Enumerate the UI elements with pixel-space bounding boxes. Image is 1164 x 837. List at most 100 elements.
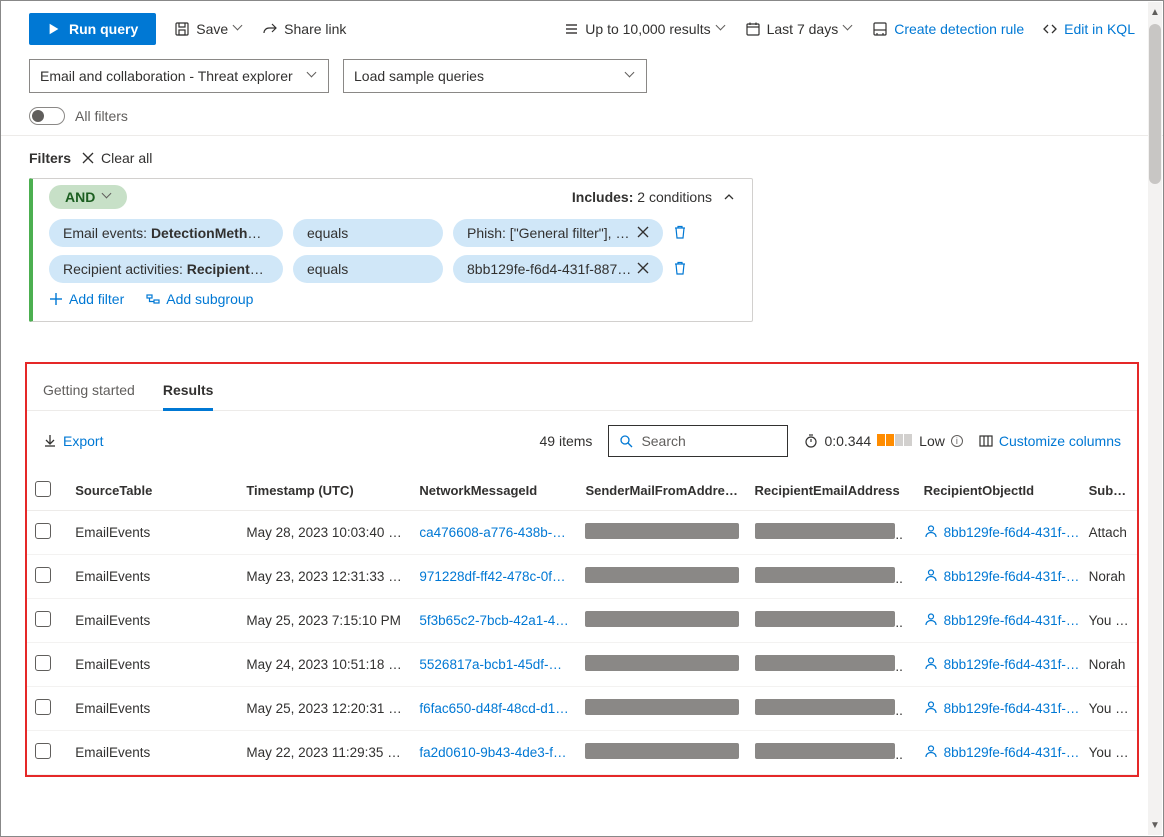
condition-field-pill[interactable]: Recipient activities: RecipientObj… (49, 255, 283, 283)
column-header[interactable]: NetworkMessageId (411, 471, 577, 511)
time-range-dropdown[interactable]: Last 7 days (745, 21, 855, 37)
scroll-up-icon[interactable]: ▲ (1148, 2, 1162, 22)
column-header[interactable]: RecipientObjectId (916, 471, 1081, 511)
redacted-value (755, 655, 896, 671)
cell-sender (577, 599, 746, 643)
share-icon (262, 21, 278, 37)
list-icon (563, 21, 579, 37)
add-filter-button[interactable]: Add filter (49, 291, 124, 307)
redacted-value (585, 655, 738, 671)
scroll-thumb[interactable] (1149, 24, 1161, 184)
condition-operator-pill[interactable]: equals (293, 255, 443, 283)
table-row[interactable]: EmailEventsMay 25, 2023 12:20:31 PMf6fac… (27, 687, 1137, 731)
item-count: 49 items (540, 433, 593, 449)
person-icon (924, 656, 938, 673)
condition-value-pill[interactable]: 8bb129fe-f6d4-431f-8872… (453, 255, 663, 283)
subgroup-icon (146, 292, 160, 306)
cell-recipient-object-id[interactable]: 8bb129fe-f6d4-431f-… (916, 643, 1081, 687)
cell-timestamp: May 22, 2023 11:29:35 PM (238, 731, 411, 775)
cell-network-message-id[interactable]: f6fac650-d48f-48cd-d1f… (411, 687, 577, 731)
share-link-button[interactable]: Share link (262, 21, 346, 37)
column-header[interactable]: RecipientEmailAddress (747, 471, 916, 511)
customize-columns-button[interactable]: Customize columns (979, 433, 1121, 449)
sample-queries-value: Load sample queries (354, 68, 484, 84)
results-search-input[interactable]: Search (608, 425, 788, 457)
query-perf: 0:0.344 Low i (804, 433, 962, 449)
cell-recipient-object-id[interactable]: 8bb129fe-f6d4-431f-… (916, 555, 1081, 599)
close-icon[interactable] (637, 261, 649, 277)
create-detection-button[interactable]: Create detection rule (872, 21, 1024, 37)
clear-all-button[interactable]: Clear all (81, 150, 152, 166)
sample-queries-select[interactable]: Load sample queries (343, 59, 647, 93)
table-row[interactable]: EmailEventsMay 23, 2023 12:31:33 PM97122… (27, 555, 1137, 599)
add-subgroup-button[interactable]: Add subgroup (146, 291, 253, 307)
redacted-value (585, 743, 738, 759)
cell-source: EmailEvents (67, 731, 238, 775)
cell-recipient-object-id[interactable]: 8bb129fe-f6d4-431f-… (916, 687, 1081, 731)
cell-timestamp: May 25, 2023 7:15:10 PM (238, 599, 411, 643)
table-row[interactable]: EmailEventsMay 25, 2023 7:15:10 PM5f3b65… (27, 599, 1137, 643)
cell-network-message-id[interactable]: 5f3b65c2-7bcb-42a1-4d… (411, 599, 577, 643)
table-row[interactable]: EmailEventsMay 28, 2023 10:03:40 PMca476… (27, 511, 1137, 555)
info-icon[interactable]: i (951, 435, 963, 447)
condition-field-pill[interactable]: Email events: DetectionMethods (49, 219, 283, 247)
row-checkbox[interactable] (27, 687, 67, 731)
cell-source: EmailEvents (67, 555, 238, 599)
condition-value-pill[interactable]: Phish: ["General filter"], Sp… (453, 219, 663, 247)
cell-network-message-id[interactable]: 971228df-ff42-478c-0f5… (411, 555, 577, 599)
cell-subject: Attach (1081, 511, 1137, 555)
schema-scope-select[interactable]: Email and collaboration - Threat explore… (29, 59, 329, 93)
column-header[interactable]: SenderMailFromAddress (577, 471, 746, 511)
cell-network-message-id[interactable]: 5526817a-bcb1-45df-76… (411, 643, 577, 687)
export-label: Export (63, 433, 103, 449)
close-icon[interactable] (637, 225, 649, 241)
delete-condition-button[interactable] (673, 225, 687, 242)
cell-network-message-id[interactable]: fa2d0610-9b43-4de3-f7… (411, 731, 577, 775)
cell-recipient-object-id[interactable]: 8bb129fe-f6d4-431f-… (916, 599, 1081, 643)
cell-recipient-object-id[interactable]: 8bb129fe-f6d4-431f-… (916, 731, 1081, 775)
cell-sender (577, 555, 746, 599)
all-filters-toggle[interactable] (29, 107, 65, 125)
condition-operator-pill[interactable]: equals (293, 219, 443, 247)
chevron-down-icon (103, 192, 113, 202)
results-limit-dropdown[interactable]: Up to 10,000 results (563, 21, 726, 37)
calendar-icon (745, 21, 761, 37)
delete-condition-button[interactable] (673, 261, 687, 278)
scroll-down-icon[interactable]: ▼ (1148, 815, 1162, 835)
row-checkbox[interactable] (27, 599, 67, 643)
tab-results[interactable]: Results (163, 374, 214, 411)
share-link-label: Share link (284, 21, 346, 37)
search-icon (619, 434, 633, 448)
row-checkbox[interactable] (27, 731, 67, 775)
table-row[interactable]: EmailEventsMay 22, 2023 11:29:35 PMfa2d0… (27, 731, 1137, 775)
row-checkbox[interactable] (27, 555, 67, 599)
row-checkbox[interactable] (27, 511, 67, 555)
redacted-value (755, 611, 896, 627)
tab-getting-started[interactable]: Getting started (43, 374, 135, 410)
table-row[interactable]: EmailEventsMay 24, 2023 10:51:18 PM55268… (27, 643, 1137, 687)
row-checkbox[interactable] (27, 643, 67, 687)
person-icon (924, 568, 938, 585)
run-query-button[interactable]: Run query (29, 13, 156, 45)
vertical-scrollbar[interactable]: ▲ ▼ (1148, 2, 1162, 835)
save-icon (174, 21, 190, 37)
collapse-icon[interactable] (722, 190, 736, 204)
add-subgroup-label: Add subgroup (166, 291, 253, 307)
results-panel: Getting started Results Export 49 items … (25, 362, 1139, 777)
column-header[interactable]: SourceTable (67, 471, 238, 511)
filters-heading: Filters (29, 150, 71, 166)
select-all-header[interactable] (27, 471, 67, 511)
cell-network-message-id[interactable]: ca476608-a776-438b-a8… (411, 511, 577, 555)
edit-kql-button[interactable]: Edit in KQL (1042, 21, 1135, 37)
cell-timestamp: May 28, 2023 10:03:40 PM (238, 511, 411, 555)
results-table: SourceTableTimestamp (UTC)NetworkMessage… (27, 471, 1137, 775)
save-button[interactable]: Save (174, 21, 244, 37)
cell-recipient-object-id[interactable]: 8bb129fe-f6d4-431f-… (916, 511, 1081, 555)
column-header[interactable]: Timestamp (UTC) (238, 471, 411, 511)
column-header[interactable]: Subject (1081, 471, 1137, 511)
stopwatch-icon (804, 434, 818, 448)
redacted-value (585, 567, 738, 583)
cell-recipient-email: .. (747, 687, 916, 731)
export-button[interactable]: Export (43, 433, 103, 449)
group-operator-pill[interactable]: AND (49, 185, 127, 209)
